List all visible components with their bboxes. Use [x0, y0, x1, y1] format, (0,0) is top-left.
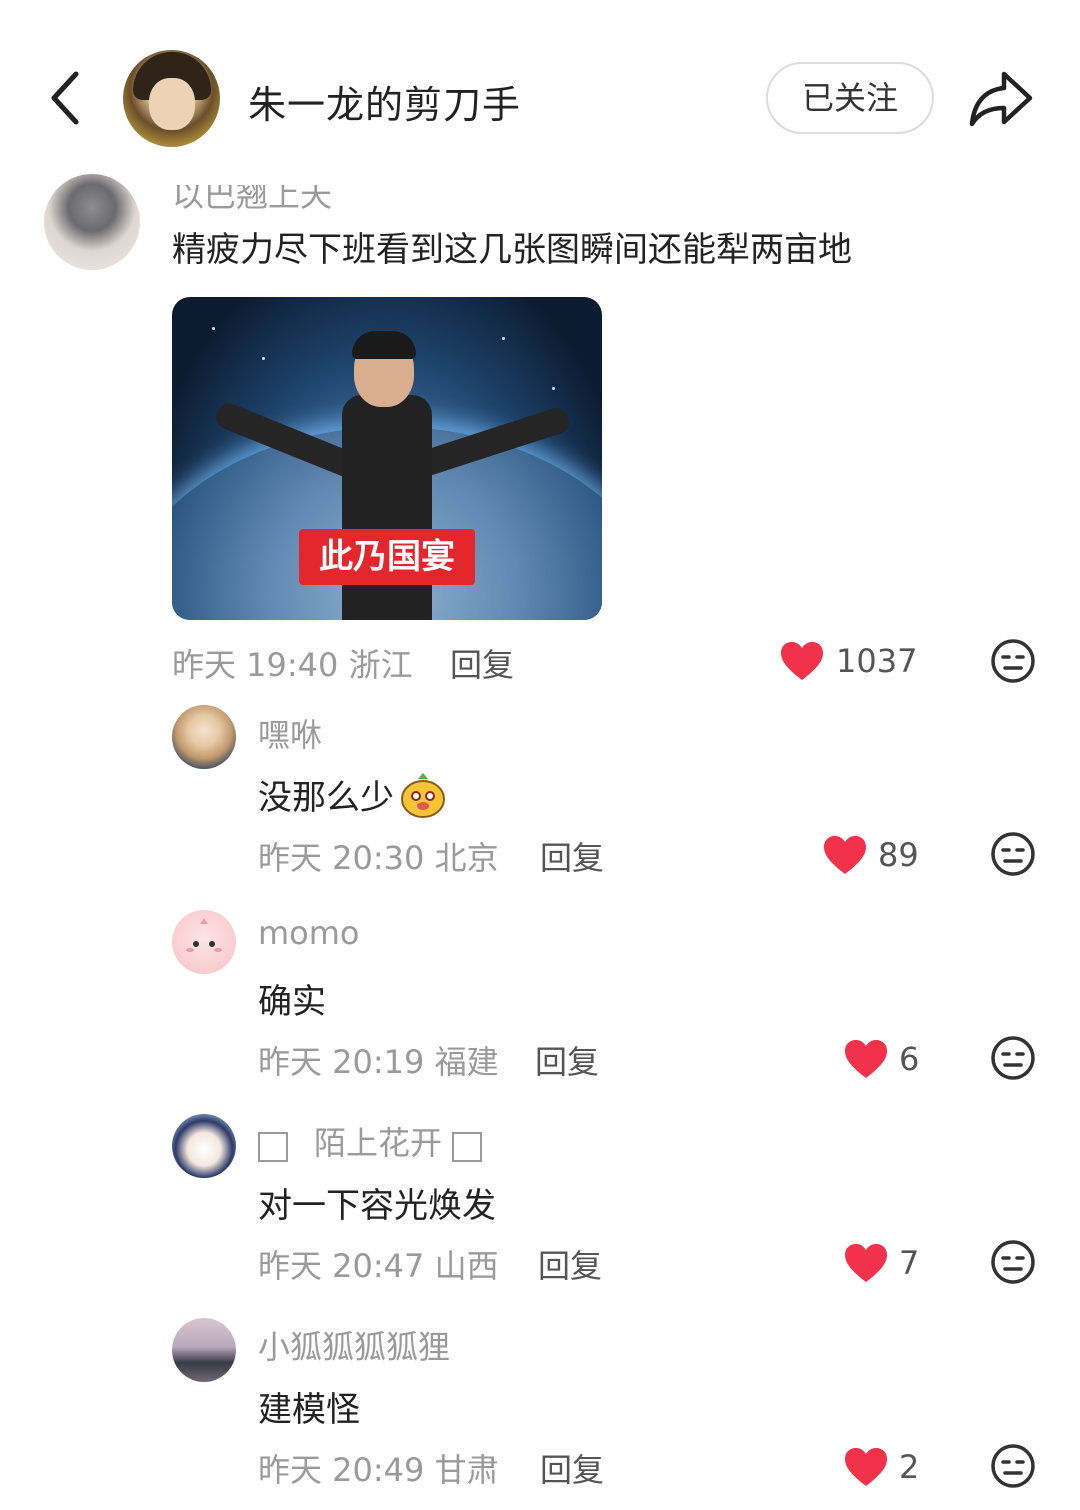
reply-location: 福建: [434, 1043, 499, 1081]
reply-location: 北京: [434, 839, 499, 877]
image-caption: 此乃国宴: [299, 529, 475, 585]
person-hair: [352, 331, 416, 359]
pink-creature-icon: [186, 918, 222, 952]
back-chevron-icon[interactable]: [40, 68, 100, 128]
dislike-face-icon[interactable]: [990, 638, 1036, 684]
star-dot: [262, 357, 265, 360]
heart-icon[interactable]: [822, 834, 868, 876]
reply-meta: 昨天 20:49 甘肃: [258, 1445, 499, 1491]
comment-username[interactable]: 以巴翘上天: [172, 185, 332, 216]
dislike-face-icon[interactable]: [990, 1035, 1036, 1081]
comment-meta: 昨天 19:40 浙江: [172, 640, 413, 686]
author-avatar[interactable]: [123, 50, 220, 147]
reply-username[interactable]: momo: [258, 914, 360, 952]
comment-location: 浙江: [348, 646, 413, 684]
reply-time: 昨天 20:49: [258, 1451, 425, 1489]
reply-username-text: 陌上花开: [314, 1124, 443, 1162]
following-button[interactable]: 已关注: [766, 62, 934, 134]
dislike-face-icon[interactable]: [990, 1443, 1036, 1489]
heart-icon[interactable]: [843, 1242, 889, 1284]
comment-image[interactable]: 此乃国宴: [172, 297, 602, 620]
like-count: 89: [878, 836, 919, 874]
like-count: 1037: [836, 642, 918, 680]
heart-icon[interactable]: [843, 1446, 889, 1488]
star-dot: [212, 327, 215, 330]
reply-username[interactable]: 嘿咻: [258, 710, 322, 756]
reply-meta: 昨天 20:30 北京: [258, 833, 499, 879]
reply-time: 昨天 20:19: [258, 1043, 425, 1081]
heart-icon[interactable]: [779, 640, 825, 682]
star-dot: [502, 337, 505, 340]
star-dot: [552, 387, 555, 390]
reply-text-content: 没那么少: [258, 778, 394, 818]
box-glyph-icon: [258, 1132, 288, 1162]
reply-username[interactable]: 小狐狐狐狐狸: [258, 1322, 450, 1368]
avatar-face-shape: [149, 78, 195, 130]
reply-time: 昨天 20:47: [258, 1247, 425, 1285]
reply-text: 对一下容光焕发: [258, 1186, 496, 1226]
reply-button[interactable]: 回复: [538, 1241, 602, 1287]
reply-username[interactable]: 陌上花开: [258, 1118, 483, 1164]
reply-text: 没那么少: [258, 770, 448, 828]
reply-location: 山西: [434, 1247, 499, 1285]
reply-time: 昨天 20:30: [258, 839, 425, 877]
like-count: 2: [899, 1448, 920, 1486]
reply-button[interactable]: 回复: [540, 1445, 604, 1491]
like-count: 6: [899, 1040, 920, 1078]
like-count: 7: [899, 1244, 920, 1282]
replier-avatar[interactable]: [172, 1318, 236, 1382]
reply-button[interactable]: 回复: [540, 833, 604, 879]
comment-time: 昨天 19:40: [172, 646, 339, 684]
dislike-face-icon[interactable]: [990, 1239, 1036, 1285]
reply-text: 建模怪: [258, 1390, 360, 1430]
author-name[interactable]: 朱一龙的剪刀手: [248, 74, 521, 129]
replier-avatar[interactable]: [172, 705, 236, 769]
replier-avatar[interactable]: [172, 1114, 236, 1178]
reply-meta: 昨天 20:47 山西: [258, 1241, 499, 1287]
mango-face-emoji-icon: [398, 771, 448, 828]
reply-meta: 昨天 20:19 福建: [258, 1037, 499, 1083]
comment-text: 精疲力尽下班看到这几张图瞬间还能犁两亩地: [172, 230, 852, 270]
box-glyph-icon: [452, 1132, 483, 1162]
reply-location: 甘肃: [434, 1451, 499, 1489]
reply-button[interactable]: 回复: [450, 640, 514, 686]
reply-button[interactable]: 回复: [535, 1037, 599, 1083]
dislike-face-icon[interactable]: [990, 831, 1036, 877]
person-body: [342, 395, 432, 620]
top-bar: 朱一龙的剪刀手 已关注: [0, 0, 1080, 170]
commenter-avatar-cat[interactable]: [44, 174, 140, 270]
heart-icon[interactable]: [843, 1038, 889, 1080]
replier-avatar[interactable]: [172, 910, 236, 974]
reply-text: 确实: [258, 982, 326, 1022]
comment-list[interactable]: 以巴翘上天 精疲力尽下班看到这几张图瞬间还能犁两亩地 此乃国宴 昨天 19:40…: [0, 170, 1080, 1510]
share-arrow-icon[interactable]: [966, 66, 1036, 130]
